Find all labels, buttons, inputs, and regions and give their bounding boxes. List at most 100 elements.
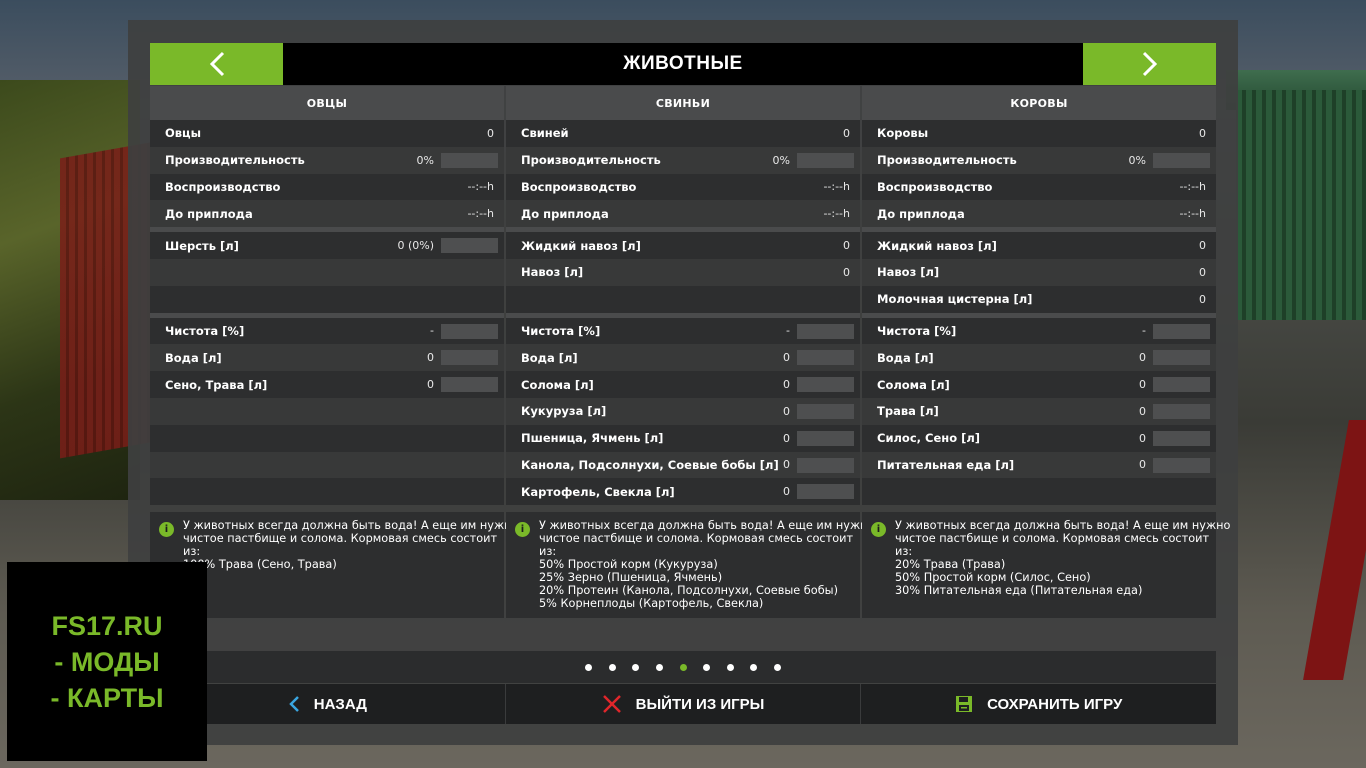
background-red-beam xyxy=(1303,420,1366,680)
info-line: У животных всегда должна быть вода! А ещ… xyxy=(895,519,1231,532)
stat-row: Картофель, Свекла [л] 0 xyxy=(506,478,860,506)
close-icon xyxy=(602,695,621,713)
back-button-label: НАЗАД xyxy=(313,695,367,713)
stat-row: Вода [л] 0 xyxy=(862,344,1216,372)
save-icon xyxy=(956,696,973,712)
progress-bar xyxy=(441,323,498,339)
page-dot[interactable] xyxy=(750,663,758,671)
stat-label: Канола, Подсолнухи, Соевые бобы [л] xyxy=(521,457,779,472)
stat-value: --:--h xyxy=(467,180,494,194)
page-dot[interactable] xyxy=(585,663,593,671)
stat-value: 0 (0%) xyxy=(397,239,434,253)
stat-row xyxy=(150,478,504,506)
save-game-button[interactable]: СОХРАНИТЬ ИГРУ xyxy=(861,684,1216,724)
stat-row: Производительность 0% xyxy=(506,146,860,174)
watermark-line: - МОДЫ xyxy=(54,646,160,677)
column-sheep: ОВЦЫ Овцы 0 Производительность 0% Воспроизвод… xyxy=(150,86,504,506)
stat-row: Силос, Сено [л] 0 xyxy=(862,424,1216,452)
stat-label: Картофель, Свекла [л] xyxy=(521,484,675,499)
stat-value: 0 xyxy=(1139,458,1146,472)
stat-row: Вода [л] 0 xyxy=(506,344,860,372)
stat-value: --:--h xyxy=(823,180,850,194)
stat-label: Воспроизводство xyxy=(521,179,637,194)
page-dot[interactable] xyxy=(608,663,616,671)
stat-value: - xyxy=(786,324,790,338)
stat-value: 0 xyxy=(1139,351,1146,365)
stat-label: Коровы xyxy=(877,126,929,141)
stat-label: Овцы xyxy=(165,126,201,141)
stat-value: 0 xyxy=(843,265,850,279)
stat-value: 0% xyxy=(416,153,434,167)
page-dot[interactable] xyxy=(773,663,781,671)
stat-label: Солома [л] xyxy=(877,377,950,392)
stat-label: Жидкий навоз [л] xyxy=(521,238,641,253)
stat-value: 0 xyxy=(783,431,790,445)
watermark-logo: FS17.RU - МОДЫ - КАРТЫ xyxy=(7,562,207,761)
feed-info-box: i У животных всегда должна быть вода! А е… xyxy=(506,512,874,618)
stat-row xyxy=(506,285,860,313)
pagination xyxy=(150,651,1216,683)
stat-value: 0 xyxy=(1199,239,1206,253)
stat-value: 0 xyxy=(783,404,790,418)
page-dot[interactable] xyxy=(655,663,663,671)
stat-value: 0 xyxy=(1199,265,1206,279)
stat-label: Чистота [%] xyxy=(165,323,245,338)
info-line: чистое пастбище и солома. Кормовая смесь… xyxy=(539,532,854,545)
progress-bar xyxy=(441,152,498,168)
info-line: У животных всегда должна быть вода! А ещ… xyxy=(183,519,519,532)
page-dot-active[interactable] xyxy=(679,663,687,671)
progress-bar xyxy=(797,484,854,500)
info-line: 20% Протеин (Канола, Подсолнухи, Соевые … xyxy=(539,584,838,597)
next-page-button[interactable] xyxy=(1083,43,1216,85)
feed-info-text: У животных всегда должна быть вода! А ещ… xyxy=(895,519,1231,597)
progress-bar xyxy=(797,350,854,366)
stat-value: 0 xyxy=(783,351,790,365)
stat-row: Воспроизводство --:--h xyxy=(862,173,1216,201)
stat-label: Кукуруза [л] xyxy=(521,404,607,419)
stat-label: Питательная еда [л] xyxy=(877,457,1015,472)
stat-row: Навоз [л] 0 xyxy=(506,258,860,286)
stat-row xyxy=(150,285,504,313)
stat-row xyxy=(150,451,504,479)
stat-value: 0 xyxy=(1139,431,1146,445)
stat-row: Воспроизводство --:--h xyxy=(150,173,504,201)
stat-label: Молочная цистерна [л] xyxy=(877,292,1033,307)
stat-value: --:--h xyxy=(1179,180,1206,194)
progress-bar xyxy=(441,238,498,254)
stat-row: Кукуруза [л] 0 xyxy=(506,397,860,425)
feed-info-box: i У животных всегда должна быть вода! А е… xyxy=(862,512,1231,618)
page-dot[interactable] xyxy=(703,663,711,671)
stat-row: Питательная еда [л] 0 xyxy=(862,451,1216,479)
quit-game-label: ВЫЙТИ ИЗ ИГРЫ xyxy=(635,695,765,713)
stat-row: До приплода --:--h xyxy=(862,200,1216,228)
info-line: 50% Простой корм (Кукуруза) xyxy=(539,558,718,571)
info-icon: i xyxy=(515,522,530,537)
chevron-left-icon xyxy=(288,696,299,712)
quit-game-button[interactable]: ВЫЙТИ ИЗ ИГРЫ xyxy=(506,684,862,724)
stat-label: Вода [л] xyxy=(521,350,578,365)
page-dot[interactable] xyxy=(726,663,734,671)
stat-value: 0 xyxy=(783,458,790,472)
progress-bar xyxy=(1153,457,1210,473)
stat-row xyxy=(150,258,504,286)
stat-label: Трава [л] xyxy=(877,404,939,419)
stat-value: 0 xyxy=(843,239,850,253)
stat-label: Навоз [л] xyxy=(521,265,584,280)
prev-page-button[interactable] xyxy=(150,43,283,85)
stat-label: Шерсть [л] xyxy=(165,238,239,253)
stat-label: До приплода xyxy=(165,206,253,221)
progress-bar xyxy=(1153,350,1210,366)
progress-bar xyxy=(797,403,854,419)
stat-row: Солома [л] 0 xyxy=(862,371,1216,398)
stat-row: Сено, Трава [л] 0 xyxy=(150,371,504,398)
stat-row: Коровы 0 xyxy=(862,120,1216,147)
stat-label: Солома [л] xyxy=(521,377,594,392)
info-line: 25% Зерно (Пшеница, Ячмень) xyxy=(539,571,723,584)
stat-value: 0% xyxy=(1128,153,1146,167)
stat-row: Воспроизводство --:--h xyxy=(506,173,860,201)
stat-label: До приплода xyxy=(877,206,965,221)
info-icon: i xyxy=(159,522,174,537)
page-dot[interactable] xyxy=(632,663,640,671)
info-line: чистое пастбище и солома. Кормовая смесь… xyxy=(895,532,1210,545)
stat-row: Производительность 0% xyxy=(150,146,504,174)
